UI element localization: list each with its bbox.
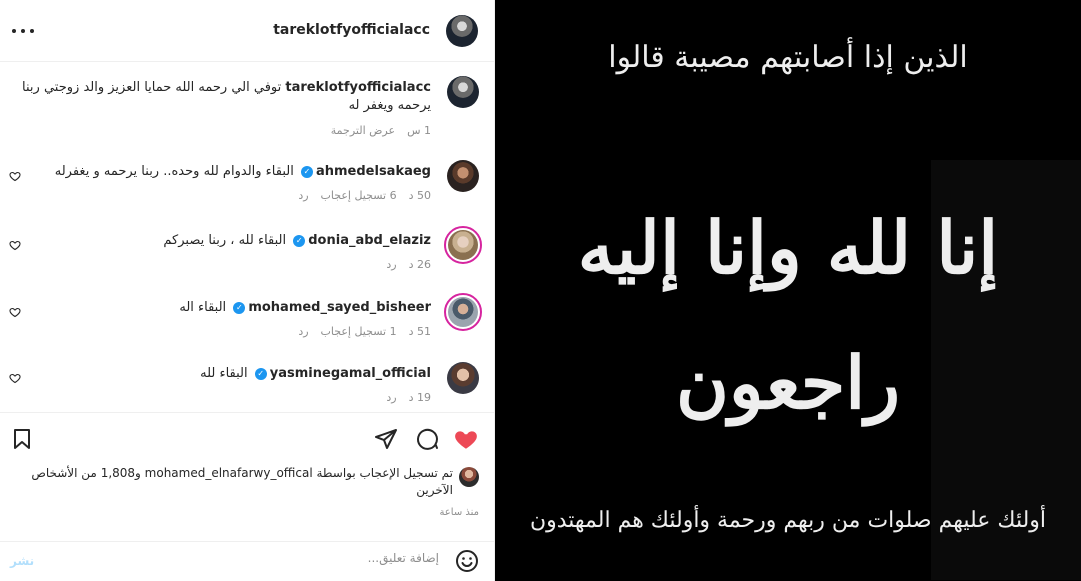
likes-summary-text[interactable]: تم تسجيل الإعجاب بواسطة mohamed_elnafarw… bbox=[29, 465, 453, 499]
post-actions: تم تسجيل الإعجاب بواسطة mohamed_elnafarw… bbox=[0, 412, 495, 581]
calligraphy-verse-bottom: أولئك عليهم صلوات من ربهم ورحمة وأولئك ه… bbox=[529, 508, 1047, 533]
likes-summary: تم تسجيل الإعجاب بواسطة mohamed_elnafarw… bbox=[29, 465, 479, 499]
verified-badge-icon: ✓ bbox=[233, 301, 246, 314]
comment-likes-count[interactable]: 6 تسجيل إعجاب bbox=[321, 189, 397, 202]
comment-username[interactable]: mohamed_sayed_bisheer bbox=[248, 300, 431, 315]
post-image[interactable]: الذين إذا أصابتهم مصيبة قالوا إنا لله وإ… bbox=[495, 0, 1081, 581]
calligraphy-main-line-2: راجعون bbox=[675, 340, 901, 425]
reply-button[interactable]: رد bbox=[298, 325, 308, 338]
add-comment-bar: نشر bbox=[0, 541, 495, 581]
comment-text: البقاء لله ، ربنا يصبركم bbox=[163, 233, 287, 248]
comment-text: البقاء والدوام لله وحده.. ربنا يرحمه و ي… bbox=[54, 164, 294, 179]
post-header: tareklotfyofficialacc bbox=[0, 0, 495, 62]
reply-button[interactable]: رد bbox=[386, 391, 396, 404]
verified-badge-icon: ✓ bbox=[254, 367, 267, 380]
caption-time[interactable]: 1 س bbox=[407, 124, 431, 137]
list-item: donia_abd_elaziz✓ البقاء لله ، ربنا يصبر… bbox=[0, 226, 495, 286]
like-comment-icon[interactable] bbox=[9, 239, 21, 251]
comment-username[interactable]: yasminegamal_official bbox=[270, 366, 431, 381]
like-comment-icon[interactable] bbox=[9, 306, 21, 318]
list-item: mohamed_sayed_bisheer✓ البقاء اله 51 د 1… bbox=[0, 293, 495, 353]
comment-text: البقاء اله bbox=[179, 300, 227, 315]
comment-username[interactable]: donia_abd_elaziz bbox=[308, 233, 431, 248]
post-comment-button[interactable]: نشر bbox=[10, 554, 34, 568]
avatar[interactable] bbox=[447, 76, 479, 108]
list-item: ahmedelsakaeg✓ البقاء والدوام لله وحده..… bbox=[0, 160, 495, 220]
like-comment-icon[interactable] bbox=[9, 170, 21, 182]
comment-username[interactable]: ahmedelsakaeg bbox=[316, 164, 431, 179]
more-options-icon[interactable] bbox=[12, 21, 34, 41]
avatar[interactable] bbox=[444, 226, 482, 264]
post-comments-panel: tareklotfyofficialacc tareklotfyofficial… bbox=[0, 0, 495, 581]
avatar[interactable] bbox=[444, 293, 482, 331]
avatar[interactable] bbox=[447, 362, 479, 394]
comment-time[interactable]: 50 د bbox=[409, 189, 431, 202]
like-comment-icon[interactable] bbox=[9, 372, 21, 384]
emoji-smiley-icon[interactable] bbox=[455, 549, 479, 573]
header-avatar[interactable] bbox=[446, 15, 478, 47]
share-send-icon[interactable] bbox=[374, 427, 398, 451]
verified-badge-icon: ✓ bbox=[293, 234, 306, 247]
comment-input[interactable] bbox=[79, 551, 439, 565]
liker-avatar[interactable] bbox=[459, 467, 479, 487]
comment-time[interactable]: 26 د bbox=[409, 258, 431, 271]
comment-time[interactable]: 19 د bbox=[409, 391, 431, 404]
comment-likes-count[interactable]: 1 تسجيل إعجاب bbox=[321, 325, 397, 338]
comment-text: البقاء لله bbox=[200, 366, 248, 381]
comment-bubble-icon[interactable] bbox=[415, 427, 439, 451]
post-time-ago[interactable]: منذ ساعة bbox=[439, 507, 479, 518]
see-translation-link[interactable]: عرض الترجمة bbox=[331, 124, 395, 137]
verified-badge-icon: ✓ bbox=[300, 165, 313, 178]
caption: tareklotfyofficialacc توفي الي رحمه الله… bbox=[0, 76, 495, 146]
like-heart-icon[interactable] bbox=[453, 426, 479, 452]
calligraphy-main-line-1: إنا لله وإنا إليه bbox=[577, 205, 999, 290]
caption-username[interactable]: tareklotfyofficialacc bbox=[285, 80, 431, 95]
comments-list[interactable]: tareklotfyofficialacc توفي الي رحمه الله… bbox=[0, 62, 495, 412]
calligraphy-verse-top: الذين إذا أصابتهم مصيبة قالوا bbox=[608, 40, 968, 75]
reply-button[interactable]: رد bbox=[386, 258, 396, 271]
reply-button[interactable]: رد bbox=[298, 189, 308, 202]
avatar[interactable] bbox=[447, 160, 479, 192]
comment-time[interactable]: 51 د bbox=[409, 325, 431, 338]
save-bookmark-icon[interactable] bbox=[10, 427, 34, 451]
list-item: yasminegamal_official✓ البقاء لله 19 د ر… bbox=[0, 362, 495, 412]
header-username[interactable]: tareklotfyofficialacc bbox=[273, 22, 430, 38]
